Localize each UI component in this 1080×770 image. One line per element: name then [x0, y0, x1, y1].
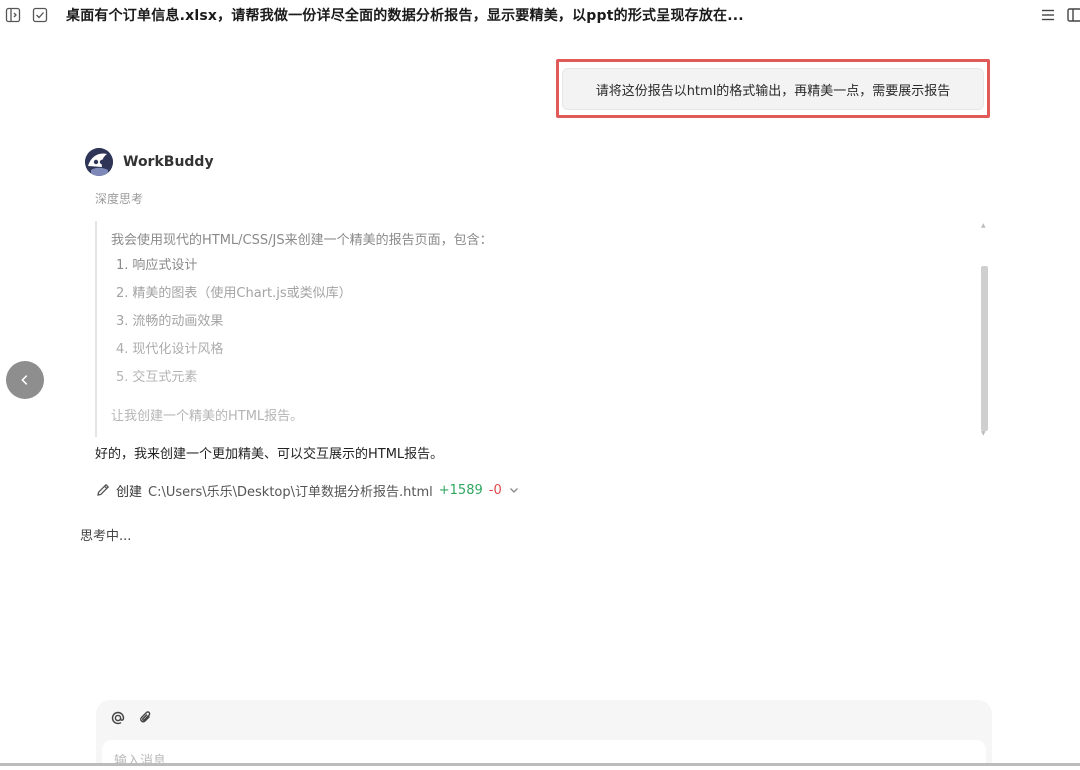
file-change-row[interactable]: 创建 C:\Users\乐乐\Desktop\订单数据分析报告.html +15… [95, 480, 520, 500]
attachment-icon[interactable] [138, 710, 154, 726]
composer-toolbar [110, 710, 154, 726]
task-check-icon[interactable] [32, 7, 48, 23]
list-item: 4. 现代化设计风格 [116, 342, 224, 357]
scroll-down-icon[interactable]: ▼ [981, 431, 986, 437]
user-message-bubble: 请将这份报告以html的格式输出，再精美一点，需要展示报告 [562, 68, 984, 110]
lines-removed: -0 [488, 482, 502, 498]
thinking-block: 我会使用现代的HTML/CSS/JS来创建一个精美的报告页面，包含： 1. 响应式… [95, 221, 975, 437]
thinking-scrollbar[interactable]: ▲ ▼ [980, 221, 988, 437]
list-item: 5. 交互式元素 [116, 370, 198, 385]
file-path[interactable]: C:\Users\乐乐\Desktop\订单数据分析报告.html [148, 481, 433, 500]
list-item: 1. 响应式设计 [116, 258, 198, 273]
panel-icon[interactable] [1066, 7, 1080, 23]
scrollbar-thumb[interactable] [981, 266, 988, 431]
assistant-name: WorkBuddy [123, 154, 214, 170]
deep-think-toggle[interactable]: 深度思考 [95, 190, 143, 207]
mention-icon[interactable] [110, 710, 126, 726]
list-item: 3. 流畅的动画效果 [116, 314, 224, 329]
pencil-icon [97, 483, 110, 496]
assistant-avatar [85, 148, 113, 176]
thinking-list: 1. 响应式设计 2. 精美的图表（使用Chart.js或类似库） 3. 流畅的动画效… [111, 252, 975, 392]
scroll-up-icon[interactable]: ▲ [981, 223, 986, 229]
thinking-outro: 让我创建一个精美的HTML报告。 [111, 409, 304, 424]
composer [96, 700, 992, 770]
top-bar: 桌面有个订单信息.xlsx，请帮我做一份详尽全面的数据分析报告，显示要精美，以p… [0, 0, 1080, 30]
menu-icon[interactable] [1040, 7, 1056, 23]
list-item: 2. 精美的图表（使用Chart.js或类似库） [116, 286, 352, 301]
chevron-left-icon [21, 375, 28, 385]
conversation-title: 桌面有个订单信息.xlsx，请帮我做一份详尽全面的数据分析报告，显示要精美，以p… [66, 8, 744, 24]
lines-added: +1589 [438, 482, 483, 498]
thinking-intro: 我会使用现代的HTML/CSS/JS来创建一个精美的报告页面，包含： [111, 233, 493, 248]
thinking-status: 思考中... [80, 529, 132, 544]
toggle-sidebar-icon[interactable] [5, 7, 21, 23]
previous-button[interactable] [6, 361, 44, 399]
assistant-reply: 好的，我来创建一个更加精美、可以交互展示的HTML报告。 [95, 447, 444, 462]
chevron-down-icon[interactable] [508, 484, 520, 496]
file-action-label: 创建 [116, 484, 143, 500]
user-message-text: 请将这份报告以html的格式输出，再精美一点，需要展示报告 [595, 83, 951, 99]
